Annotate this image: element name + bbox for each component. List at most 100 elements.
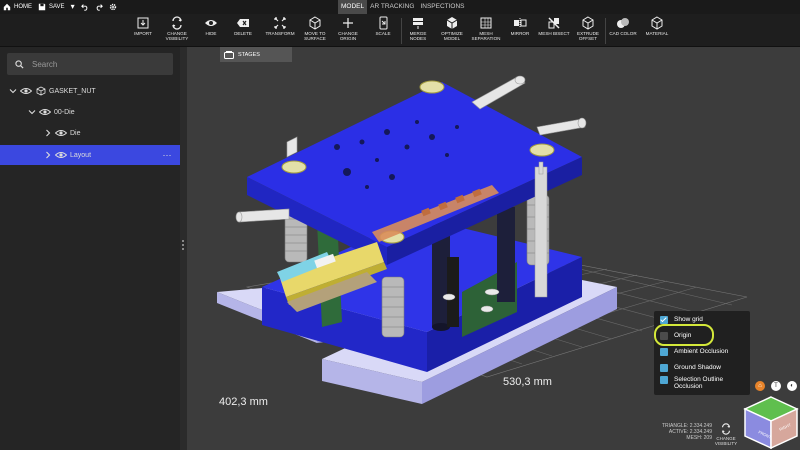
cube-icon — [36, 86, 46, 96]
home-icon — [3, 3, 11, 11]
transform-button[interactable]: Transform — [264, 16, 296, 46]
scale-button[interactable]: Scale — [370, 16, 396, 46]
selection-outline-occlusion-option[interactable]: Selection Outline Occlusion — [660, 376, 723, 390]
home-view-icon: ⌂ — [758, 383, 762, 389]
show-grid-option[interactable]: Show grid — [660, 316, 703, 324]
material-icon — [651, 16, 663, 30]
change-visibility-icon — [722, 423, 730, 435]
mesh-separation-button[interactable]: Mesh separation — [470, 16, 502, 46]
mirror-button[interactable]: Mirror — [507, 16, 533, 46]
redo-icon — [96, 4, 103, 11]
selection-outline-occlusion-checkbox[interactable] — [660, 376, 668, 384]
change-visibility-button[interactable]: Change visibility — [161, 16, 193, 46]
stages-label: STAGES — [238, 51, 260, 58]
tab-inspections[interactable]: INSPECTIONS — [417, 0, 467, 14]
material-label: Material — [645, 31, 669, 36]
mesh-count: MESH: 209 — [686, 435, 712, 441]
chevron-right-icon[interactable] — [44, 129, 52, 137]
show-grid-label: Show grid — [674, 316, 703, 323]
search-input[interactable] — [32, 59, 162, 69]
change-origin-label: Change origin — [338, 31, 358, 42]
origin-option[interactable]: Origin — [660, 332, 691, 340]
toolbar-separator — [605, 18, 606, 44]
tree-item-00-die[interactable]: 00-Die — [0, 102, 180, 122]
cad-color-label: CAD color — [609, 31, 637, 36]
cad-color-button[interactable]: CAD color — [608, 16, 638, 46]
save-button[interactable]: SAVE — [35, 0, 68, 14]
mesh-separation-label: Mesh separation — [471, 31, 501, 42]
ground-shadow-option[interactable]: Ground Shadow — [660, 364, 721, 372]
chevron-down-icon[interactable] — [9, 87, 17, 95]
merge-nodes-button[interactable]: Merge nodes — [405, 16, 431, 46]
home-button[interactable]: HOME — [0, 0, 35, 14]
tab-ar-tracking[interactable]: AR TRACKING — [367, 0, 417, 14]
top-view-button[interactable]: T — [771, 381, 781, 391]
dimension-depth-label: 402,3 mm — [219, 396, 268, 408]
optimize-model-icon — [446, 17, 458, 29]
ground-shadow-checkbox[interactable] — [660, 364, 668, 372]
merge-nodes-icon — [413, 18, 423, 29]
chevron-right-icon[interactable] — [44, 151, 52, 159]
eye-icon[interactable] — [39, 108, 51, 116]
tree-item-die[interactable]: Die — [0, 123, 180, 143]
tree-item-layout[interactable]: Layout ⋯ — [0, 145, 180, 165]
home-label: HOME — [14, 4, 32, 10]
top-view-icon: T — [774, 383, 778, 389]
tree-item-label: GASKET_NUT — [49, 87, 96, 95]
show-grid-checkbox[interactable] — [660, 316, 668, 324]
redo-button[interactable] — [92, 0, 106, 14]
perspective-toggle-button[interactable]: ◐ — [787, 381, 797, 391]
change-origin-icon — [343, 18, 353, 28]
mesh-bisect-label: Mesh bisect — [538, 31, 570, 36]
chevron-down-icon[interactable] — [28, 108, 36, 116]
ambient-occlusion-label: Ambient Occlusion — [674, 348, 729, 355]
change-visibility-quick-button[interactable]: CHANGE VISIBILITY — [711, 423, 741, 446]
settings-button[interactable] — [106, 0, 120, 14]
change-origin-button[interactable]: Change origin — [334, 16, 362, 46]
stages-tab[interactable]: STAGES — [220, 47, 292, 62]
panel-resize-handle[interactable] — [182, 240, 185, 250]
view-options-panel: Show grid Origin Ambient Occlusion Groun… — [654, 311, 750, 395]
tree-item-gasket-nut[interactable]: GASKET_NUT — [0, 81, 180, 101]
ambient-occlusion-checkbox[interactable] — [660, 348, 668, 356]
mirror-icon — [514, 18, 527, 28]
hide-button[interactable]: Hide — [198, 16, 224, 46]
ambient-occlusion-option[interactable]: Ambient Occlusion — [660, 348, 728, 356]
ground-shadow-label: Ground Shadow — [674, 364, 721, 371]
toolbar: Import Change visibility Hide Delete Tra… — [0, 14, 800, 47]
material-button[interactable]: Material — [642, 16, 672, 46]
home-view-button[interactable]: ⌂ — [755, 381, 765, 391]
undo-button[interactable] — [78, 0, 92, 14]
view-cube[interactable]: FRONT RIGHT — [743, 395, 800, 450]
merge-nodes-label: Merge nodes — [409, 31, 427, 42]
3d-viewport[interactable]: STAGES 530,3 mm 402,3 mm Show grid Origi… — [187, 47, 800, 450]
stages-icon — [224, 50, 234, 59]
origin-label: Origin — [674, 332, 692, 339]
cad-color-icon — [617, 18, 629, 28]
scale-icon — [379, 16, 388, 30]
mesh-bisect-button[interactable]: Mesh bisect — [536, 16, 572, 46]
save-options-button[interactable]: ▾ — [68, 0, 78, 14]
eye-icon[interactable] — [20, 87, 32, 95]
eye-icon[interactable] — [55, 151, 67, 159]
eye-icon[interactable] — [55, 129, 67, 137]
mode-tabs: MODEL AR TRACKING INSPECTIONS — [338, 0, 468, 14]
caret-down-icon: ▾ — [70, 2, 75, 11]
dimension-width-label: 530,3 mm — [503, 376, 552, 388]
side-brackets — [534, 161, 548, 298]
tab-model[interactable]: MODEL — [338, 0, 368, 14]
import-button[interactable]: Import — [130, 16, 156, 46]
save-label: SAVE — [49, 4, 65, 10]
top-bar: HOME SAVE ▾ MODEL AR TRACKING INSPECTION… — [0, 0, 800, 14]
extrude-offset-label: Extrude offset — [577, 31, 599, 42]
more-options-icon[interactable]: ⋯ — [163, 150, 173, 161]
tree-item-label: Layout — [70, 151, 92, 159]
search-box[interactable] — [7, 53, 173, 75]
scale-label: Scale — [375, 31, 391, 36]
optimize-model-button[interactable]: Optimize model — [437, 16, 467, 46]
delete-button[interactable]: Delete — [230, 16, 256, 46]
move-to-surface-button[interactable]: Move to surface — [299, 16, 331, 46]
extrude-offset-button[interactable]: Extrude offset — [574, 16, 602, 46]
origin-checkbox[interactable] — [660, 332, 668, 340]
scene-tree-panel: GASKET_NUT 00-Die Die Layout ⋯ — [0, 47, 180, 450]
